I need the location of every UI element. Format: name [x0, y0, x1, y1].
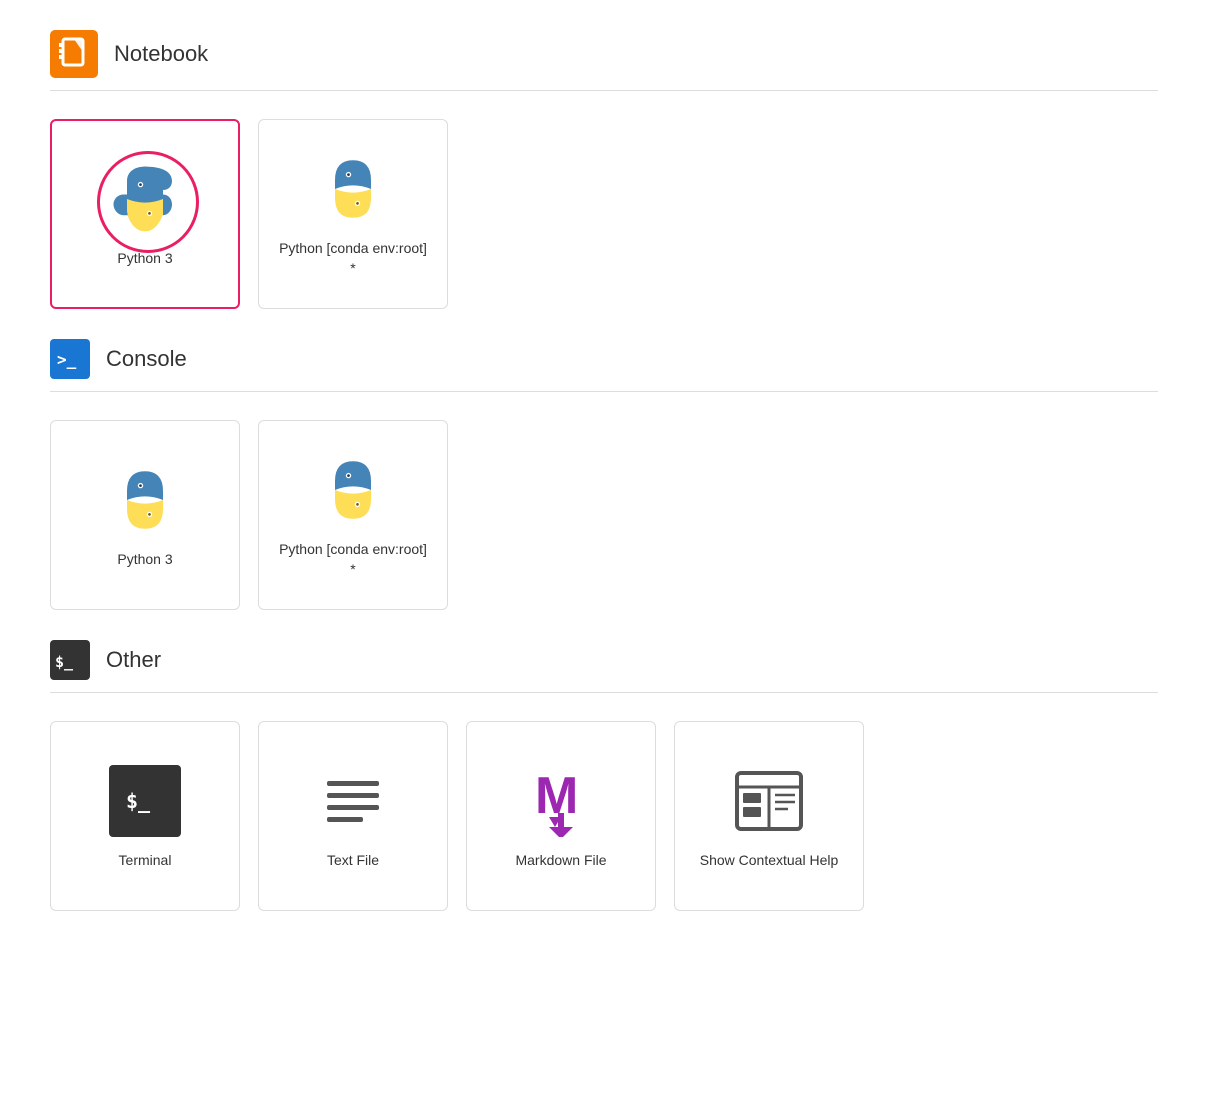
console-python-conda-card[interactable]: Python [conda env:root] * — [258, 420, 448, 610]
terminal-icon-area: $_ — [105, 761, 185, 841]
textfile-line-1 — [327, 781, 379, 786]
other-textfile-card[interactable]: Text File — [258, 721, 448, 911]
textfile-line-3 — [327, 805, 379, 810]
python3-logo — [109, 163, 181, 235]
console-python3-label: Python 3 — [117, 550, 172, 570]
contexthelp-icon-area — [729, 761, 809, 841]
notebook-python3-card[interactable]: Python 3 — [50, 119, 240, 309]
textfile-label: Text File — [327, 851, 379, 871]
svg-text:M: M — [535, 767, 578, 825]
svg-text:>_: >_ — [57, 350, 77, 369]
terminal-label: Terminal — [119, 851, 172, 871]
contexthelp-icon — [733, 765, 805, 837]
contexthelp-label: Show Contextual Help — [700, 851, 839, 871]
textfile-icon — [317, 765, 389, 837]
notebook-python-conda-card[interactable]: Python [conda env:root] * — [258, 119, 448, 309]
svg-text:$_: $_ — [126, 789, 151, 813]
other-title: Other — [106, 647, 161, 673]
console-python3-logo — [109, 464, 181, 536]
console-python-conda-logo — [317, 454, 389, 526]
markdown-icon-area: M — [521, 761, 601, 841]
console-python-conda-icon-area — [313, 450, 393, 530]
terminal-icon: $_ — [120, 776, 170, 826]
console-python-conda-label: Python [conda env:root] * — [275, 540, 431, 579]
terminal-icon-box: $_ — [109, 765, 181, 837]
other-markdown-card[interactable]: M Markdown File — [466, 721, 656, 911]
notebook-title: Notebook — [114, 41, 208, 67]
console-divider — [50, 391, 1158, 392]
notebook-divider — [50, 90, 1158, 91]
textfile-line-4 — [327, 817, 363, 822]
console-cards: Python 3 Python [conda env:root] * — [50, 420, 1158, 610]
other-section-header: $_ Other — [50, 640, 1158, 680]
notebook-section-header: Notebook — [50, 30, 1158, 78]
python-conda-logo — [317, 153, 389, 225]
console-section-header: >_ Console — [50, 339, 1158, 379]
other-terminal-card[interactable]: $_ Terminal — [50, 721, 240, 911]
notebook-python3-icon-area — [105, 159, 185, 239]
markdown-label: Markdown File — [515, 851, 606, 871]
other-icon: $_ — [50, 640, 90, 680]
notebook-cards: Python 3 Python [conda env:root] * — [50, 119, 1158, 309]
console-title: Console — [106, 346, 187, 372]
other-cards: $_ Terminal Text File M — [50, 721, 1158, 911]
notebook-python-conda-icon-area — [313, 149, 393, 229]
svg-text:$_: $_ — [55, 653, 74, 671]
other-contexthelp-card[interactable]: Show Contextual Help — [674, 721, 864, 911]
markdown-icon: M — [525, 765, 597, 837]
console-python3-icon-area — [105, 460, 185, 540]
textfile-line-2 — [327, 793, 379, 798]
textfile-icon-area — [313, 761, 393, 841]
console-icon: >_ — [50, 339, 90, 379]
notebook-python-conda-label: Python [conda env:root] * — [275, 239, 431, 278]
console-python3-card[interactable]: Python 3 — [50, 420, 240, 610]
notebook-icon — [50, 30, 98, 78]
other-divider — [50, 692, 1158, 693]
